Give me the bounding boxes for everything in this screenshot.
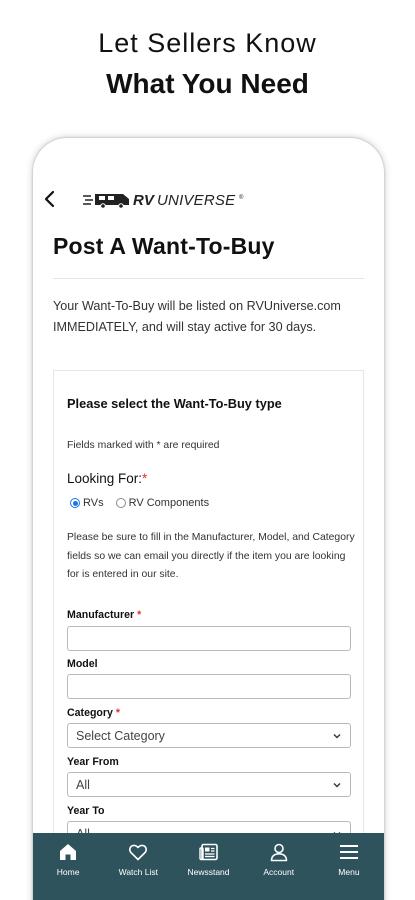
required-star: * bbox=[115, 707, 120, 719]
rvuniverse-logo: RV UNIVERSE ® bbox=[83, 190, 249, 210]
chevron-left-icon bbox=[44, 190, 55, 208]
newspaper-icon bbox=[198, 843, 218, 861]
nav-account-label: Account bbox=[263, 867, 295, 877]
title-divider bbox=[53, 278, 364, 279]
radio-rvs-label: RVs bbox=[83, 497, 104, 509]
looking-for-radio-group: RVs RV Components bbox=[70, 497, 209, 509]
nav-watch-list[interactable]: Watch List bbox=[103, 833, 173, 900]
radio-option-rvs[interactable]: RVs bbox=[70, 497, 104, 509]
back-button[interactable] bbox=[41, 188, 59, 210]
form-type-heading: Please select the Want-To-Buy type bbox=[67, 396, 282, 411]
radio-rvs[interactable] bbox=[70, 498, 80, 508]
manufacturer-label-text: Manufacturer bbox=[67, 609, 135, 621]
rv-trailer-icon bbox=[83, 194, 129, 209]
heart-icon bbox=[129, 844, 148, 861]
category-label-text: Category bbox=[67, 707, 113, 719]
manufacturer-input[interactable] bbox=[67, 626, 351, 651]
hamburger-icon bbox=[339, 845, 358, 859]
year-to-label: Year To bbox=[67, 805, 105, 817]
nav-home-label: Home bbox=[56, 867, 80, 877]
form-hint: Please be sure to fill in the Manufactur… bbox=[67, 532, 355, 580]
chevron-down-icon bbox=[333, 733, 341, 738]
nav-home[interactable]: Home bbox=[33, 833, 103, 900]
want-to-buy-form: Please select the Want-To-Buy type Field… bbox=[53, 370, 364, 890]
model-input[interactable] bbox=[67, 674, 351, 699]
bottom-nav: Home Watch List Newsstand Account Menu bbox=[33, 833, 384, 900]
app-header: RV UNIVERSE ® bbox=[33, 178, 384, 218]
nav-newsstand-label: Newsstand bbox=[187, 867, 230, 877]
promo-line-2: What You Need bbox=[106, 68, 309, 99]
year-from-select-value: All bbox=[76, 777, 90, 792]
required-star: * bbox=[137, 609, 142, 621]
category-select[interactable]: Select Category bbox=[67, 723, 351, 748]
svg-text:UNIVERSE: UNIVERSE bbox=[157, 192, 236, 209]
home-icon bbox=[60, 844, 77, 860]
radio-option-rv-components[interactable]: RV Components bbox=[115, 497, 210, 509]
radio-rv-components-label: RV Components bbox=[128, 497, 210, 509]
category-label: Category * bbox=[67, 707, 120, 719]
svg-text:®: ® bbox=[239, 194, 244, 201]
nav-menu[interactable]: Menu bbox=[314, 833, 384, 900]
chevron-down-icon bbox=[333, 782, 341, 787]
category-select-value: Select Category bbox=[76, 728, 165, 743]
nav-newsstand[interactable]: Newsstand bbox=[173, 833, 243, 900]
year-from-label: Year From bbox=[67, 756, 119, 768]
phone-frame: RV UNIVERSE ® Post A Want-To-Buy Your Wa… bbox=[33, 138, 384, 900]
nav-menu-label: Menu bbox=[338, 867, 360, 877]
looking-for-label-text: Looking For: bbox=[67, 471, 143, 486]
radio-rv-components[interactable] bbox=[115, 498, 126, 508]
intro-text: Your Want-To-Buy will be listed on RVUni… bbox=[53, 299, 341, 334]
logo-wordmark: RV UNIVERSE ® bbox=[133, 192, 244, 209]
looking-for-label: Looking For:* bbox=[67, 471, 147, 486]
user-icon bbox=[270, 843, 288, 862]
year-from-select[interactable]: All bbox=[67, 772, 351, 797]
promo-line-1: Let Sellers Know bbox=[98, 28, 317, 58]
manufacturer-label: Manufacturer * bbox=[67, 609, 141, 621]
required-star: * bbox=[142, 471, 148, 486]
nav-watch-list-label: Watch List bbox=[118, 867, 158, 877]
model-label: Model bbox=[67, 658, 98, 670]
page-title: Post A Want-To-Buy bbox=[53, 233, 275, 259]
nav-account[interactable]: Account bbox=[244, 833, 314, 900]
svg-text:RV: RV bbox=[133, 192, 156, 209]
required-note: Fields marked with * are required bbox=[67, 440, 220, 451]
